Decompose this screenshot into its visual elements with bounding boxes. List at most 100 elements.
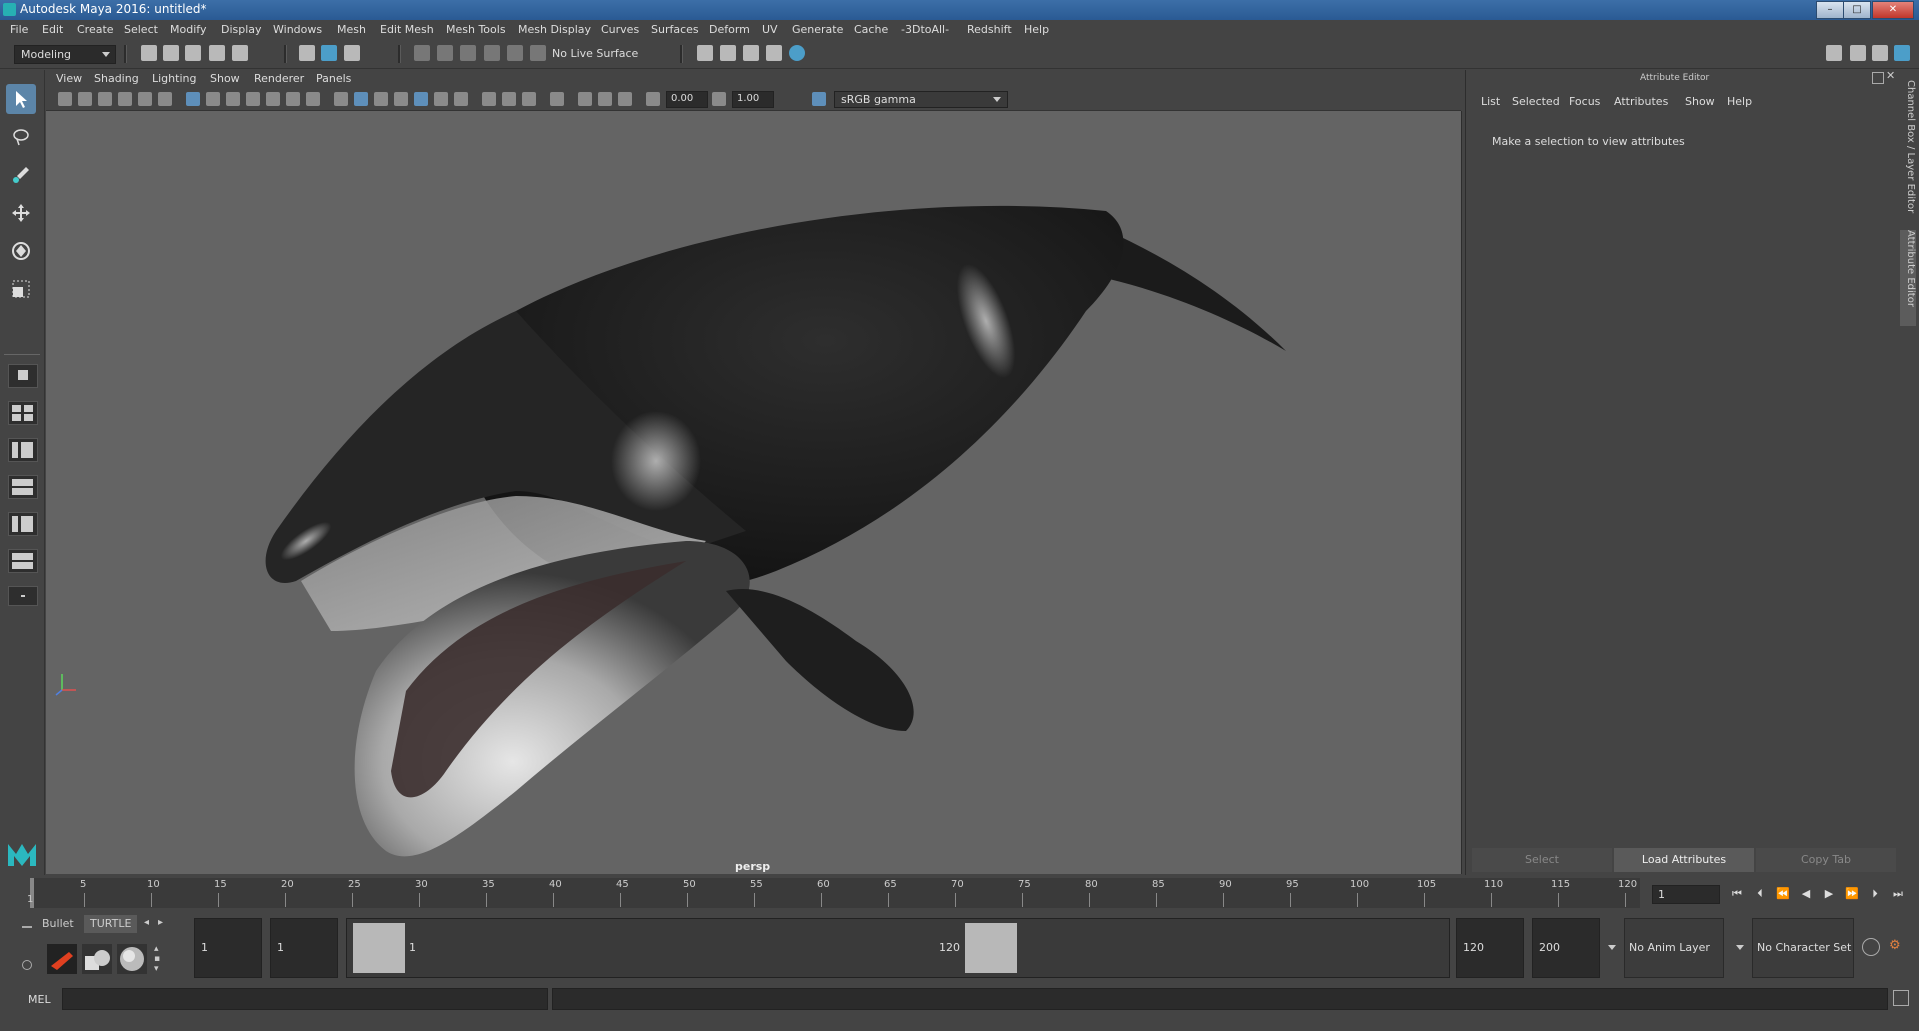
camera-select-icon[interactable] (58, 92, 72, 106)
camera-attributes-icon[interactable] (78, 92, 92, 106)
image-plane-icon[interactable] (118, 92, 132, 106)
new-scene-icon[interactable] (141, 45, 157, 61)
anti-aliasing-icon[interactable] (522, 92, 536, 106)
turtle-surface-shader-shelf-icon[interactable] (117, 944, 147, 974)
snap-view-plane-icon[interactable] (484, 45, 500, 61)
lasso-tool[interactable] (6, 122, 36, 152)
range-slider-start-handle[interactable] (353, 923, 405, 973)
xray-active-components-icon[interactable] (598, 92, 612, 106)
step-back-frame-icon[interactable]: ⏴ (1753, 887, 1767, 901)
menu-cache[interactable]: Cache (854, 23, 888, 36)
gate-mask-icon[interactable] (246, 92, 260, 106)
range-slider-end-handle[interactable] (965, 923, 1017, 973)
grease-pencil-icon[interactable] (158, 92, 172, 106)
float-panel-icon[interactable] (1872, 72, 1884, 84)
bookmark-icon[interactable] (98, 92, 112, 106)
live-surface-label[interactable]: No Live Surface (552, 47, 652, 60)
gamma-icon[interactable] (712, 92, 726, 106)
ae-menu-attributes[interactable]: Attributes (1614, 95, 1668, 108)
panel-menu-renderer[interactable]: Renderer (254, 72, 304, 85)
ae-menu-show[interactable]: Show (1685, 95, 1715, 108)
menu-mesh-tools[interactable]: Mesh Tools (446, 23, 506, 36)
script-editor-icon[interactable] (1893, 990, 1909, 1006)
xray-icon[interactable] (578, 92, 592, 106)
ae-menu-selected[interactable]: Selected (1512, 95, 1560, 108)
go-to-start-icon[interactable]: ⏮ (1730, 887, 1744, 901)
render-settings-icon[interactable] (766, 45, 782, 61)
layout-options-button[interactable] (8, 586, 38, 606)
snap-surface-icon[interactable] (507, 45, 523, 61)
move-tool[interactable] (6, 198, 36, 228)
modeling-toolkit-icon[interactable] (1826, 45, 1842, 61)
film-gate-icon[interactable] (206, 92, 220, 106)
menu-3dtoall[interactable]: -3DtoAll- (901, 23, 949, 36)
menu-redshift[interactable]: Redshift (967, 23, 1012, 36)
isolate-select-icon[interactable] (550, 92, 564, 106)
minimize-button[interactable]: – (1816, 1, 1844, 19)
step-forward-frame-icon[interactable]: ⏵ (1868, 887, 1882, 901)
close-button[interactable]: ✕ (1872, 1, 1914, 19)
motion-blur-icon[interactable] (502, 92, 516, 106)
select-tool[interactable] (6, 84, 36, 114)
copy-tab-button[interactable]: Copy Tab (1756, 848, 1896, 872)
panel-menu-panels[interactable]: Panels (316, 72, 351, 85)
turtle-render-shelf-icon[interactable] (47, 944, 77, 974)
load-attributes-button[interactable]: Load Attributes (1614, 848, 1754, 872)
scale-tool[interactable] (6, 274, 36, 304)
menu-select[interactable]: Select (124, 23, 158, 36)
hypershade-layout-button[interactable] (8, 512, 38, 536)
ae-select-button[interactable]: Select (1472, 848, 1612, 872)
panel-menu-show[interactable]: Show (210, 72, 240, 85)
go-to-end-icon[interactable]: ⏭ (1891, 887, 1905, 901)
use-default-material-icon[interactable] (374, 92, 388, 106)
step-back-key-icon[interactable]: ⏪ (1776, 887, 1790, 901)
time-slider[interactable]: 1 5 10 15 20 25 30 35 40 45 50 55 60 65 … (27, 878, 1640, 908)
tool-settings-toggle-icon[interactable] (1872, 45, 1888, 61)
chevron-down-icon[interactable] (1608, 945, 1616, 950)
view-transform-dropdown[interactable]: sRGB gamma (834, 91, 1008, 108)
xray-joints-icon[interactable] (618, 92, 632, 106)
two-d-pan-zoom-icon[interactable] (138, 92, 152, 106)
textured-icon[interactable] (414, 92, 428, 106)
select-component-icon[interactable] (344, 45, 360, 61)
rotate-tool[interactable] (6, 236, 36, 266)
hypershade-icon[interactable] (789, 45, 805, 61)
mel-command-input[interactable] (62, 988, 548, 1010)
shelf-tab-bullet[interactable]: Bullet (36, 915, 80, 933)
shelf-scroll-right-icon[interactable]: ▸ (158, 917, 163, 928)
menu-mesh-display[interactable]: Mesh Display (518, 23, 591, 36)
step-forward-key-icon[interactable]: ⏩ (1845, 887, 1859, 901)
shadows-icon[interactable] (454, 92, 468, 106)
menu-create[interactable]: Create (77, 23, 114, 36)
menu-file[interactable]: File (10, 23, 28, 36)
range-slider[interactable]: 1 120 (346, 918, 1450, 978)
maximize-button[interactable]: □ (1843, 1, 1871, 19)
persp-outliner-layout-button[interactable] (8, 438, 38, 462)
menu-uv[interactable]: UV (762, 23, 778, 36)
snap-point-icon[interactable] (460, 45, 476, 61)
ae-menu-focus[interactable]: Focus (1569, 95, 1600, 108)
persp-graph-layout-button[interactable] (8, 475, 38, 499)
exposure-icon[interactable] (646, 92, 660, 106)
character-set-selector[interactable]: No Character Set (1752, 918, 1854, 978)
menu-display[interactable]: Display (221, 23, 262, 36)
menu-help[interactable]: Help (1024, 23, 1049, 36)
perspective-viewport[interactable] (46, 111, 1462, 874)
current-frame-field[interactable]: 1 (1652, 885, 1720, 904)
play-backwards-icon[interactable]: ◀ (1799, 887, 1813, 901)
field-chart-icon[interactable] (266, 92, 280, 106)
anim-layer-selector[interactable]: No Anim Layer (1624, 918, 1724, 978)
gamma-field[interactable]: 1.00 (732, 91, 774, 108)
redo-icon[interactable] (232, 45, 248, 61)
screen-space-ao-icon[interactable] (482, 92, 496, 106)
shelf-settings-icon[interactable] (22, 960, 32, 970)
panel-menu-view[interactable]: View (56, 72, 82, 85)
scene-start-field[interactable]: 1 (194, 918, 262, 978)
menu-set-dropdown[interactable]: Modeling (14, 45, 116, 64)
render-current-frame-icon[interactable] (720, 45, 736, 61)
grid-icon[interactable] (186, 92, 200, 106)
menu-edit[interactable]: Edit (42, 23, 63, 36)
menu-surfaces[interactable]: Surfaces (651, 23, 699, 36)
channel-box-toggle-icon[interactable] (1894, 45, 1910, 61)
safe-action-icon[interactable] (286, 92, 300, 106)
